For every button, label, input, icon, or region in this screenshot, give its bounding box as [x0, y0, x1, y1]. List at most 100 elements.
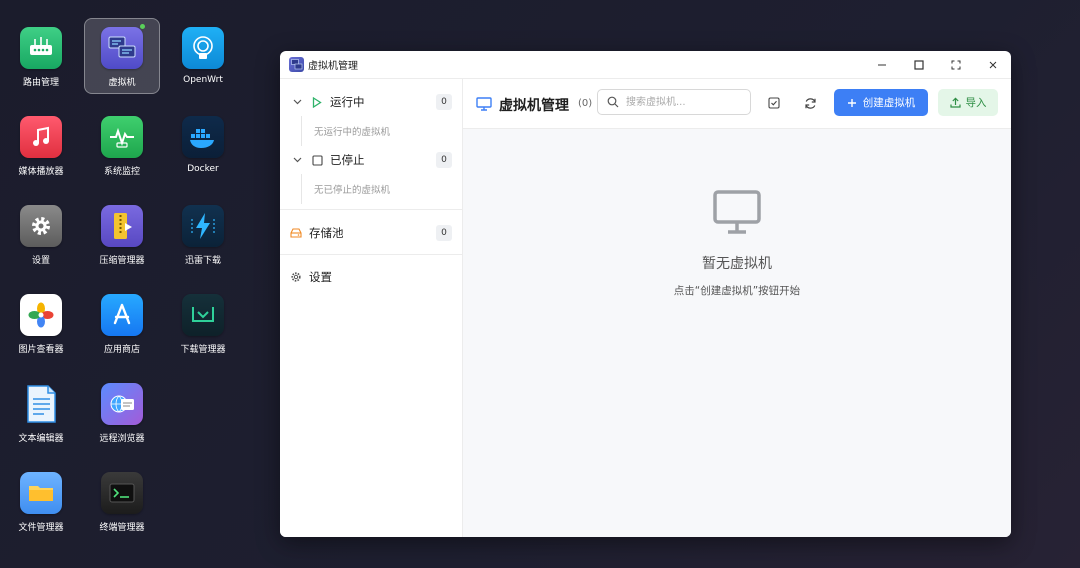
desktop-icon-archive-manager[interactable]: 压缩管理器 — [84, 197, 160, 273]
search-input[interactable] — [624, 95, 748, 109]
import-label: 导入 — [965, 97, 987, 109]
desktop-icon-label: 文件管理器 — [18, 523, 64, 533]
create-vm-label: 创建虚拟机 — [862, 97, 916, 109]
sidebar-item-label: 设置 — [309, 270, 332, 284]
archive-zip-icon — [101, 205, 143, 247]
close-icon — [989, 61, 996, 68]
monitor-icon — [476, 96, 492, 115]
window-titlebar[interactable]: 虚拟机管理 — [280, 51, 1011, 79]
sidebar-item-storage-pool[interactable]: 存储池 0 — [280, 220, 462, 246]
sidebar-item-label: 存储池 — [309, 226, 344, 240]
gear-icon — [290, 271, 302, 283]
lightning-bolt-icon — [182, 205, 224, 247]
plus-icon — [847, 98, 856, 107]
checkbox-icon — [768, 97, 780, 109]
close-button[interactable] — [974, 51, 1011, 78]
desktop-icon-label: 文本编辑器 — [18, 434, 64, 444]
desktop-icon-text-editor[interactable]: 文本编辑器 — [3, 375, 79, 451]
window-title: 虚拟机管理 — [308, 61, 358, 72]
maximize-button[interactable] — [900, 51, 937, 78]
desktop-icon-terminal[interactable]: 终端管理器 — [84, 464, 160, 540]
desktop-icon-label: 路由管理 — [22, 78, 59, 88]
desktop-icon-settings[interactable]: 设置 — [3, 197, 79, 273]
desktop-icon-label: 图片查看器 — [18, 345, 64, 355]
chevron-down-icon — [291, 157, 303, 163]
empty-state-subtitle: 点击“创建虚拟机”按钮开始 — [673, 285, 801, 297]
openwrt-icon — [182, 27, 224, 69]
sidebar-group-stopped[interactable]: 已停止 0 — [280, 147, 462, 173]
desktop-icon-docker[interactable]: Docker — [165, 108, 241, 184]
desktop-icon-vm[interactable]: 虚拟机 — [84, 18, 160, 94]
sidebar-divider — [280, 209, 462, 210]
vm-manager-window: 虚拟机管理 运行中 0 无运行中的虚拟机 已停止 0 无已停止的虚拟机 存储池 … — [280, 51, 1011, 537]
sidebar-divider — [280, 254, 462, 255]
fullscreen-icon — [951, 60, 960, 69]
stop-square-icon — [311, 154, 323, 166]
desktop-icon-label: 媒体播放器 — [18, 167, 64, 177]
toolbar: 虚拟机管理 (0) 创建虚拟机 导入 — [463, 79, 1011, 129]
upload-icon — [949, 97, 961, 108]
terminal-icon — [101, 472, 143, 514]
desktop-icon-download-manager[interactable]: 下载管理器 — [165, 286, 241, 362]
desktop-icon-openwrt[interactable]: OpenWrt — [165, 19, 241, 95]
folder-icon — [20, 472, 62, 514]
document-icon — [20, 383, 62, 425]
refresh-icon — [804, 97, 816, 109]
desktop-icon-app-store[interactable]: 应用商店 — [84, 286, 160, 362]
sidebar-item-settings[interactable]: 设置 — [280, 264, 462, 290]
desktop-icon-label: 压缩管理器 — [99, 256, 145, 266]
virtual-machine-icon — [289, 57, 304, 72]
gear-icon — [20, 205, 62, 247]
empty-state: 暂无虚拟机 点击“创建虚拟机”按钮开始 — [463, 189, 1011, 298]
fullscreen-button[interactable] — [937, 51, 974, 78]
music-note-icon — [20, 116, 62, 158]
create-vm-button[interactable]: 创建虚拟机 — [834, 89, 928, 116]
app-store-icon — [101, 294, 143, 336]
pulse-monitor-icon — [101, 116, 143, 158]
desktop-icon-label: 应用商店 — [103, 345, 140, 355]
maximize-icon — [913, 59, 924, 70]
play-icon — [311, 96, 323, 108]
refresh-button[interactable] — [802, 95, 818, 111]
sidebar-group-running[interactable]: 运行中 0 — [280, 89, 462, 115]
desktop-icon-label: 虚拟机 — [108, 78, 136, 88]
minimize-icon — [877, 64, 886, 65]
photos-flower-icon — [20, 294, 62, 336]
desktop-icon-label: 系统监控 — [103, 167, 140, 177]
docker-whale-icon — [182, 116, 224, 158]
download-icon — [182, 294, 224, 336]
import-button[interactable]: 导入 — [938, 89, 998, 116]
sidebar: 运行中 0 无运行中的虚拟机 已停止 0 无已停止的虚拟机 存储池 0 设置 — [280, 79, 463, 537]
stopped-empty-text: 无已停止的虚拟机 — [301, 174, 451, 204]
search-icon — [607, 96, 619, 108]
desktop-icon-photo-viewer[interactable]: 图片查看器 — [3, 286, 79, 362]
storage-count-badge: 0 — [436, 225, 452, 241]
sidebar-item-label: 运行中 — [330, 95, 365, 109]
sidebar-item-label: 已停止 — [330, 153, 365, 167]
search-box[interactable] — [597, 89, 751, 115]
desktop-icon-media-player[interactable]: 媒体播放器 — [3, 108, 79, 184]
select-all-button[interactable] — [766, 95, 782, 111]
main-panel: 虚拟机管理 (0) 创建虚拟机 导入 暂无虚拟机 — [463, 79, 1011, 537]
running-count-badge: 0 — [436, 94, 452, 110]
minimize-button[interactable] — [863, 51, 900, 78]
desktop-icon-label: 远程浏览器 — [99, 434, 145, 444]
desktop-icon-xunlei[interactable]: 迅雷下载 — [165, 197, 241, 273]
stopped-count-badge: 0 — [436, 152, 452, 168]
desktop-icon-label: Docker — [187, 164, 219, 174]
running-empty-text: 无运行中的虚拟机 — [301, 116, 451, 146]
desktop-icon-file-manager[interactable]: 文件管理器 — [3, 464, 79, 540]
chevron-down-icon — [291, 99, 303, 105]
desktop-icon-router[interactable]: 路由管理 — [3, 19, 79, 95]
remote-browser-icon — [101, 383, 143, 425]
monitor-icon — [713, 190, 761, 234]
router-icon — [20, 27, 62, 69]
storage-drive-icon — [290, 227, 302, 239]
desktop-icon-label: OpenWrt — [183, 75, 223, 85]
desktop-icon-system-monitor[interactable]: 系统监控 — [84, 108, 160, 184]
virtual-machine-icon — [101, 24, 145, 69]
empty-state-title: 暂无虚拟机 — [702, 256, 772, 272]
running-dot-icon — [140, 24, 145, 29]
desktop-icon-remote-browser[interactable]: 远程浏览器 — [84, 375, 160, 451]
page-title: 虚拟机管理 — [499, 98, 569, 114]
